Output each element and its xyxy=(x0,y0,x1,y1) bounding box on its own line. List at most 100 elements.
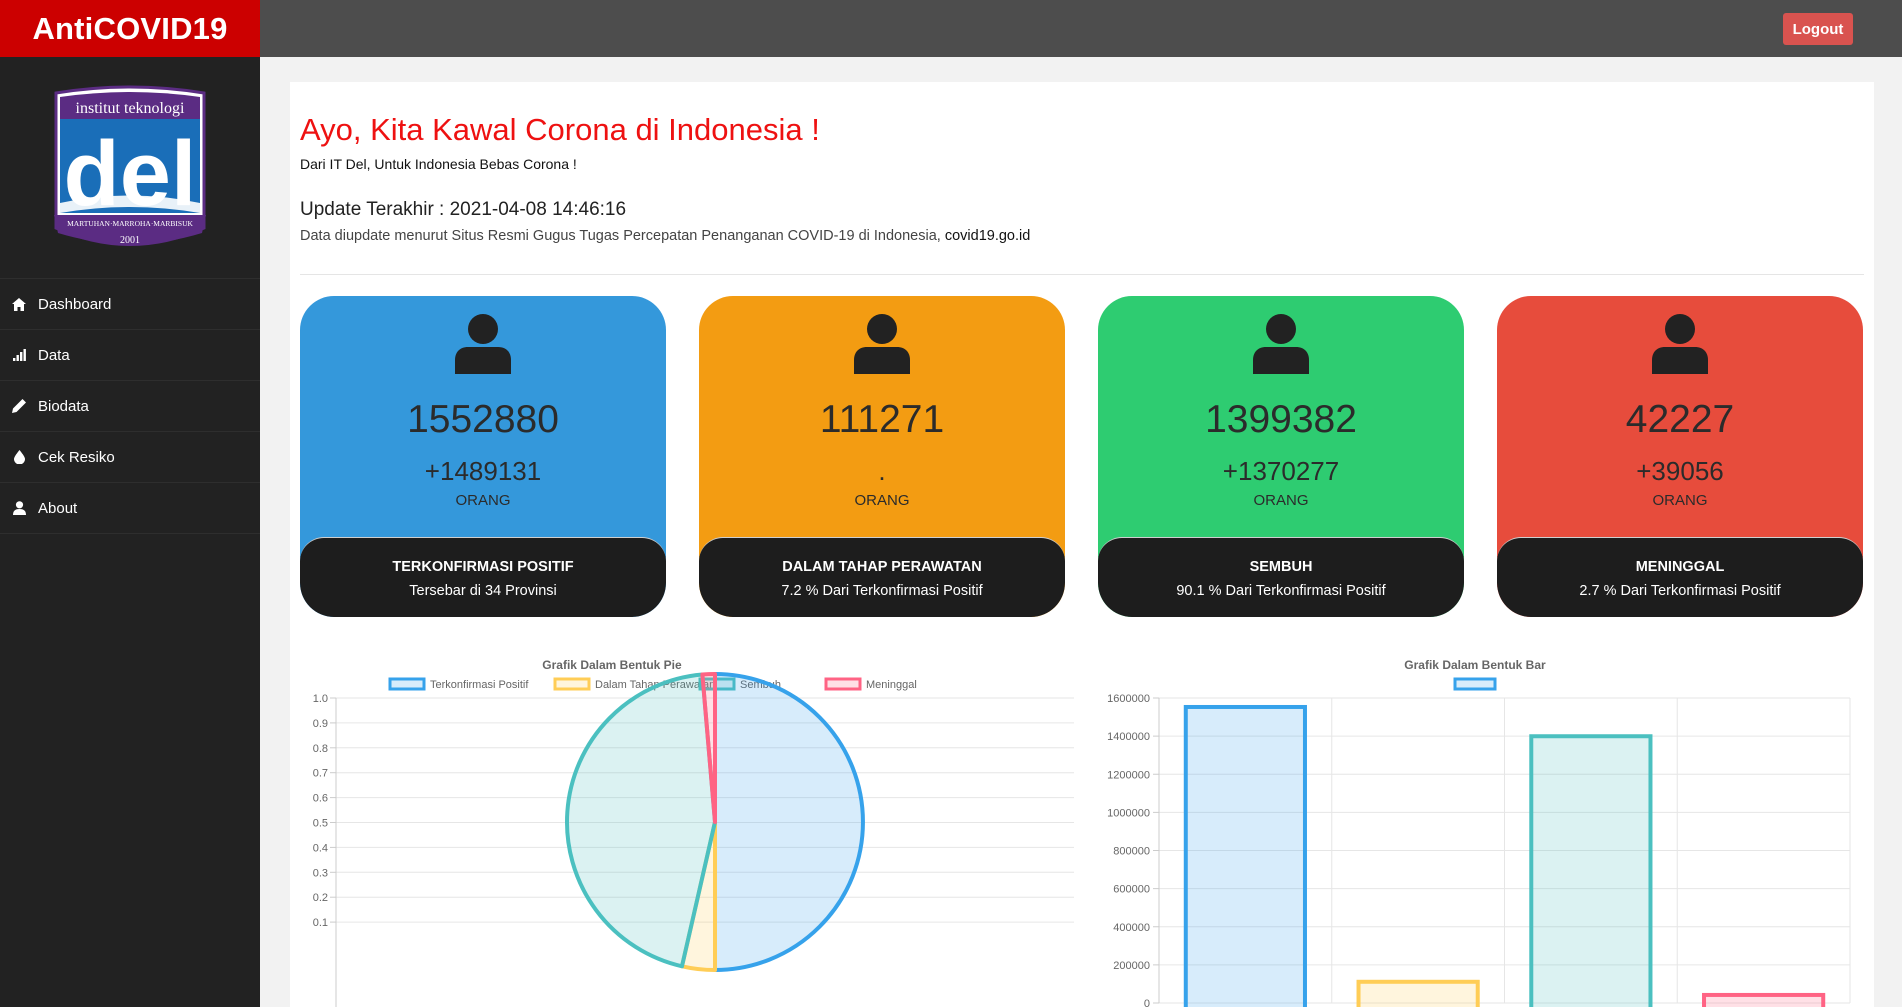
logout-button[interactable]: Logout xyxy=(1783,13,1853,45)
stat-subtitle: 2.7 % Dari Terkonfirmasi Positif xyxy=(1579,583,1781,599)
pencil-icon xyxy=(10,397,28,415)
sidebar-item-label: About xyxy=(38,499,78,517)
sidebar-nav: Dashboard Data Biodata Cek Resiko About xyxy=(0,278,260,534)
y-tick-label: 0.9 xyxy=(313,718,328,730)
divider xyxy=(300,274,1864,275)
y-tick-label: 1200000 xyxy=(1107,769,1150,781)
y-tick-label: 0.5 xyxy=(313,818,328,830)
slice-terkonfirmasi[interactable] xyxy=(713,672,865,972)
stat-delta: +1370277 xyxy=(1222,456,1340,486)
y-tick-label: 0.2 xyxy=(313,892,328,904)
person-icon xyxy=(854,314,910,379)
stat-card-positive: 1552880 +1489131 ORANG TERKONFIRMASI POS… xyxy=(300,296,666,617)
stat-subtitle: 90.1 % Dari Terkonfirmasi Positif xyxy=(1176,583,1386,599)
droplet-icon xyxy=(10,448,28,466)
person-icon xyxy=(455,314,511,379)
sidebar-item-about[interactable]: About xyxy=(0,483,260,534)
legend-swatch[interactable] xyxy=(1453,677,1497,691)
stat-subtitle: Tersebar di 34 Provinsi xyxy=(409,583,557,599)
y-tick-label: 0.3 xyxy=(313,867,328,879)
stat-number: 1399382 xyxy=(1205,398,1357,441)
sidebar-item-label: Data xyxy=(38,346,70,364)
bar-terkonfirmasi[interactable] xyxy=(1183,704,1307,1007)
stat-unit: ORANG xyxy=(1652,492,1708,509)
sidebar-item-dashboard[interactable]: Dashboard xyxy=(0,279,260,330)
page-subtitle: Dari IT Del, Untuk Indonesia Bebas Coron… xyxy=(300,156,577,172)
logo-main-text: del xyxy=(64,123,197,225)
signal-bars-icon xyxy=(10,346,28,364)
source-note: Data diupdate menurut Situs Resmi Gugus … xyxy=(300,228,1030,244)
y-tick-label: 0 xyxy=(1144,998,1150,1007)
y-tick-label: 1600000 xyxy=(1107,693,1150,705)
institution-logo: institut teknologi del MARTUHAN·MARROHA·… xyxy=(54,85,206,246)
stat-footer: DALAM TAHAP PERAWATAN 7.2 % Dari Terkonf… xyxy=(699,537,1065,617)
y-tick-label: 800000 xyxy=(1113,846,1150,858)
page-title: Ayo, Kita Kawal Corona di Indonesia ! xyxy=(300,112,820,147)
legend-swatch[interactable] xyxy=(824,677,862,691)
person-icon xyxy=(1253,314,1309,379)
logo-top-text: institut teknologi xyxy=(76,100,185,117)
sidebar-item-biodata[interactable]: Biodata xyxy=(0,381,260,432)
stat-card-deaths: 42227 +39056 ORANG MENINGGAL 2.7 % Dari … xyxy=(1497,296,1863,617)
y-tick-label: 200000 xyxy=(1113,960,1150,972)
bar-meninggal[interactable] xyxy=(1702,992,1826,1007)
y-tick-label: 1000000 xyxy=(1107,807,1150,819)
y-tick-label: 0.7 xyxy=(313,768,328,780)
pie-chart: Grafik Dalam Bentuk Pie Terkonfirmasi Po… xyxy=(300,658,1074,1007)
stat-number: 111271 xyxy=(819,398,945,441)
bar-perawatan[interactable] xyxy=(1356,979,1480,1007)
source-text: Data diupdate menurut Situs Resmi Gugus … xyxy=(300,228,945,244)
stat-unit: ORANG xyxy=(854,492,910,509)
stat-unit: ORANG xyxy=(455,492,511,509)
sidebar-item-label: Cek Resiko xyxy=(38,448,115,466)
bar-chart-svg: 1600000 1400000 1200000 1000000 800000 600000… xyxy=(1107,677,1851,1007)
pie-chart-svg: Terkonfirmasi PositifDalam Tahap Perawat… xyxy=(313,672,1074,1007)
legend-label[interactable]: Terkonfirmasi Positif xyxy=(430,679,529,691)
stat-footer: SEMBUH 90.1 % Dari Terkonfirmasi Positif xyxy=(1098,537,1464,617)
logo-container: institut teknologi del MARTUHAN·MARROHA·… xyxy=(0,57,260,278)
legend-label[interactable]: Meninggal xyxy=(866,679,917,691)
legend-swatch[interactable] xyxy=(553,677,591,691)
stat-subtitle: 7.2 % Dari Terkonfirmasi Positif xyxy=(781,583,983,599)
stat-card-recovered: 1399382 +1370277 ORANG SEMBUH 90.1 % Dar… xyxy=(1098,296,1464,617)
y-tick-label: 0.6 xyxy=(313,793,328,805)
user-icon xyxy=(10,499,28,517)
home-icon xyxy=(10,295,28,313)
stat-delta: +39056 xyxy=(1636,456,1724,486)
logo-motto: MARTUHAN·MARROHA·MARBISUK xyxy=(67,219,193,228)
y-tick-label: 1400000 xyxy=(1107,731,1150,743)
sidebar-item-label: Dashboard xyxy=(38,295,112,313)
stat-title: SEMBUH xyxy=(1249,559,1313,575)
stat-title: MENINGGAL xyxy=(1635,559,1725,575)
stat-title: TERKONFIRMASI POSITIF xyxy=(392,559,574,575)
stat-footer: MENINGGAL 2.7 % Dari Terkonfirmasi Posit… xyxy=(1497,537,1863,617)
stat-unit: ORANG xyxy=(1253,492,1309,509)
bar-sembuh[interactable] xyxy=(1529,734,1653,1007)
topbar: Logout xyxy=(260,0,1902,57)
y-tick-label: 400000 xyxy=(1113,922,1150,934)
stat-card-treatment: 111271 . ORANG DALAM TAHAP PERAWATAN 7.2… xyxy=(699,296,1065,617)
y-tick-label: 0.4 xyxy=(313,842,328,854)
sidebar-item-data[interactable]: Data xyxy=(0,330,260,381)
stat-title: DALAM TAHAP PERAWATAN xyxy=(782,559,982,575)
person-icon xyxy=(1652,314,1708,379)
last-update: Update Terakhir : 2021-04-08 14:46:16 xyxy=(300,199,627,220)
app-brand[interactable]: AntiCOVID19 xyxy=(0,0,260,57)
sidebar-item-label: Biodata xyxy=(38,397,89,415)
stat-number: 42227 xyxy=(1625,398,1735,441)
stat-delta: . xyxy=(878,456,886,486)
stat-delta: +1489131 xyxy=(424,456,542,486)
main-content: Ayo, Kita Kawal Corona di Indonesia ! Da… xyxy=(290,82,1874,1007)
stat-footer: TERKONFIRMASI POSITIF Tersebar di 34 Pro… xyxy=(300,537,666,617)
y-tick-label: 600000 xyxy=(1113,884,1150,896)
y-tick-label: 0.1 xyxy=(313,917,328,929)
y-tick-label: 0.8 xyxy=(313,743,328,755)
source-link[interactable]: covid19.go.id xyxy=(945,228,1030,244)
logo-year: 2001 xyxy=(120,235,140,246)
stat-number: 1552880 xyxy=(407,398,559,441)
sidebar-item-cek-resiko[interactable]: Cek Resiko xyxy=(0,432,260,483)
bar-chart: Grafik Dalam Bentuk Bar 1600000 1400000 12… xyxy=(1080,658,1870,1007)
legend-swatch[interactable] xyxy=(388,677,426,691)
sidebar: AntiCOVID19 institut teknologi del MARTU… xyxy=(0,0,260,1007)
y-tick-label: 1.0 xyxy=(313,693,328,705)
